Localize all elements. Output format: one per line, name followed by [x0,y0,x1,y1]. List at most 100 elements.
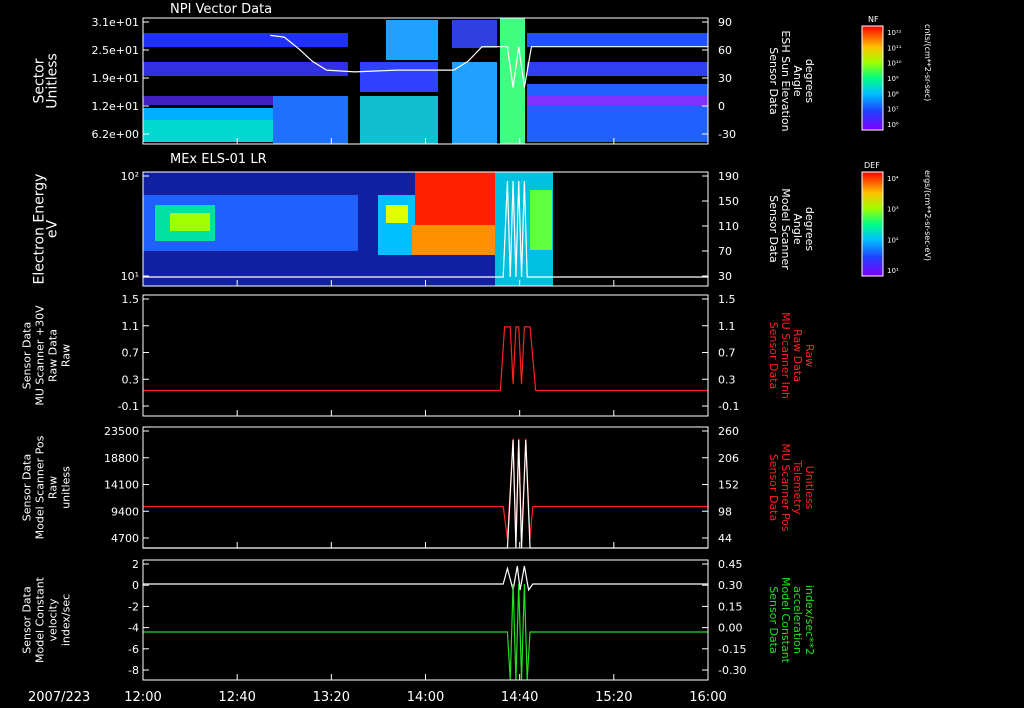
els-right-tick-label: 110 [718,220,739,233]
velocity-right-tick-label: 0.00 [718,622,743,635]
scan_pos-right-tick-label: 44 [718,532,732,545]
npi-block-h [527,33,708,47]
npi-colorbar-tick-label: 10⁷ [887,106,899,114]
npi-left-tick-label: 1.9e+01 [92,72,139,85]
npi-colorbar-tick-label: 10⁹ [887,75,899,83]
panel-els: MEx ELS-01 LR 10² 10¹ 190 150 110 70 30 Elect… [32,152,932,287]
npi-block-a [273,96,348,144]
mu_raw-left-label-line: Raw [60,344,73,367]
scan_pos-right-label-line: Sensor Data [767,454,780,521]
mu_raw-right-tick-label: 0.3 [718,373,736,386]
els-colorbar: DEF 10⁴ 10³ 10² 10¹ ergs/(cm**2-sr-sec-eV) [861,161,932,277]
mu_raw-right-tick-label: 1.1 [718,320,736,333]
npi-block-i [527,62,708,76]
time-tick-label: 16:00 [689,690,726,705]
els-colorbar-ticks: 10⁴ 10³ 10² 10¹ [887,175,899,275]
velocity-right-tick-label: -0.30 [718,664,746,677]
mu_raw-right-label-line: Raw [803,344,816,367]
npi-left-tick-label: 2.5e+01 [92,44,139,57]
npi-colorbar-scale [861,25,884,131]
mu_raw-right-label-line: Sensor Data [767,322,780,389]
scan_pos-right-tick-label: 98 [718,505,732,518]
scan-pos-frame [142,426,709,549]
mu_raw-left-tick-label: 0.3 [122,373,140,386]
els-scan-core [530,190,552,250]
mu_raw-right-tick-label: -0.1 [718,400,739,413]
scan_pos-left-tick-label: 4700 [111,532,139,545]
velocity-right-label-line: Sensor Data [767,586,780,653]
velocity-left-tick-label: -8 [128,664,139,677]
scan-pos-left-label: Sensor Data Model Scanner Pos Raw unitless [21,435,73,539]
npi-band-bottom [143,120,273,142]
els-right-tick-label: 150 [718,195,739,208]
npi-left-label: SectorUnitless [32,53,61,109]
time-tick-label: 14:00 [407,690,444,705]
velocity-left-label-line: index/sec [60,594,73,646]
velocity-right-label-line: index/sec**2 [803,585,816,655]
npi-right-tick-label: 60 [718,44,732,57]
velocity-right-label-line: acceleration [791,586,804,654]
npi-colorbar: NF 10¹² 10¹¹ 10¹⁰ 10⁹ 10⁸ 10⁷ 10⁶ cnts/(cm**2-… [861,15,932,131]
scan-pos-series [143,438,708,549]
els-right-tick-label: 190 [718,170,739,183]
els-band-mid-core [386,205,408,223]
els-colorbar-scale [861,171,884,277]
npi-colorbar-tick-label: 10¹⁰ [887,60,902,68]
velocity-series-line [143,565,708,592]
npi-right-tick-label: 90 [718,16,732,29]
time-tick-label: 12:40 [218,690,255,705]
velocity-right-tick-label: 0.15 [718,600,743,613]
panel-scan-pos: 23500 18800 14100 9400 4700 260 206 152 98 44 Se… [21,425,816,549]
velocity-left-tick-label: 0 [132,579,139,592]
mu_raw-right-label-line: MU Scanner Inh [779,312,792,399]
mu_raw-left-tick-label: 0.7 [122,347,140,360]
panel-els-title: MEx ELS-01 LR [170,152,267,167]
els-colorbar-tick-label: 10² [887,236,899,244]
mu_raw-left-label-line: MU Scanner +30V [34,305,47,406]
velocity-right-tick-label: -0.15 [718,643,746,656]
npi-colorbar-ticks: 10¹² 10¹¹ 10¹⁰ 10⁹ 10⁸ 10⁷ 10⁶ [887,29,902,129]
velocity-left-label-line: Model Constant [34,576,47,663]
scan_pos-right-tick-label: 152 [718,479,739,492]
velocity-left-label-line: Sensor Data [21,586,34,653]
velocity-left-tick-label: -2 [128,600,139,613]
els-left-tick-label: 10¹ [121,270,139,283]
els-heatmap [143,172,708,286]
mu_raw-left-label-line: Sensor Data [21,322,34,389]
els-right-label-line: degrees [803,207,816,252]
mu-raw-right-label: Sensor Data MU Scanner Inh Raw Data Raw [767,312,816,399]
velocity-right-label: Sensor Data Model Constant acceleration ind… [767,577,816,664]
npi-right-label-line: degrees [803,59,816,104]
velocity-left-tick-label: 2 [132,558,139,571]
npi-block-j [527,84,708,142]
mu_raw-right-label-line: Raw Data [791,329,804,382]
npi-block-f [452,20,497,48]
mu_raw-series-line [143,326,708,392]
mu_raw-left-label-line: Raw Data [47,329,60,382]
velocity-right-tick-label: 0.45 [718,558,743,571]
els-right-label: Sensor Data Model Scanner Angle degrees [767,188,816,270]
npi-left-tick-label: 3.1e+01 [92,16,139,29]
npi-left-tick-label: 6.2e+00 [92,128,139,141]
time-tick-label: 15:20 [595,690,632,705]
velocity-left-axis: 2 0 -2 -4 -6 -8 [128,558,149,677]
npi-colorbar-units: cnts/(cm**2-sr-sec) [923,24,932,101]
mu_raw-right-tick-label: 0.7 [718,347,736,360]
velocity-frame [142,559,709,681]
velocity-left-label-line: velocity [47,598,60,641]
velocity-series-line [143,583,708,681]
panel-mu-raw: 1.5 1.1 0.7 0.3 -0.1 1.5 1.1 0.7 0.3 -0.1 Sensor… [21,293,816,417]
scan_pos-series-line [143,439,708,549]
time-tick-label: 12:00 [124,690,161,705]
els-right-label-line: Model Scanner [779,188,792,270]
time-axis-date: 2007/223 [28,690,90,705]
mu_raw-left-tick-label: 1.5 [122,293,140,306]
els-burst-edge [412,225,500,255]
npi-band-top [143,33,348,47]
npi-right-label: Sensor Data ESH Sun Elevation Angle degrees [767,30,816,131]
velocity-left-tick-label: -6 [128,643,139,656]
els-empty [553,172,708,286]
npi-right-tick-label: -30 [718,128,736,141]
npi-block-c [386,20,438,60]
mu_raw-right-tick-label: 1.5 [718,293,736,306]
